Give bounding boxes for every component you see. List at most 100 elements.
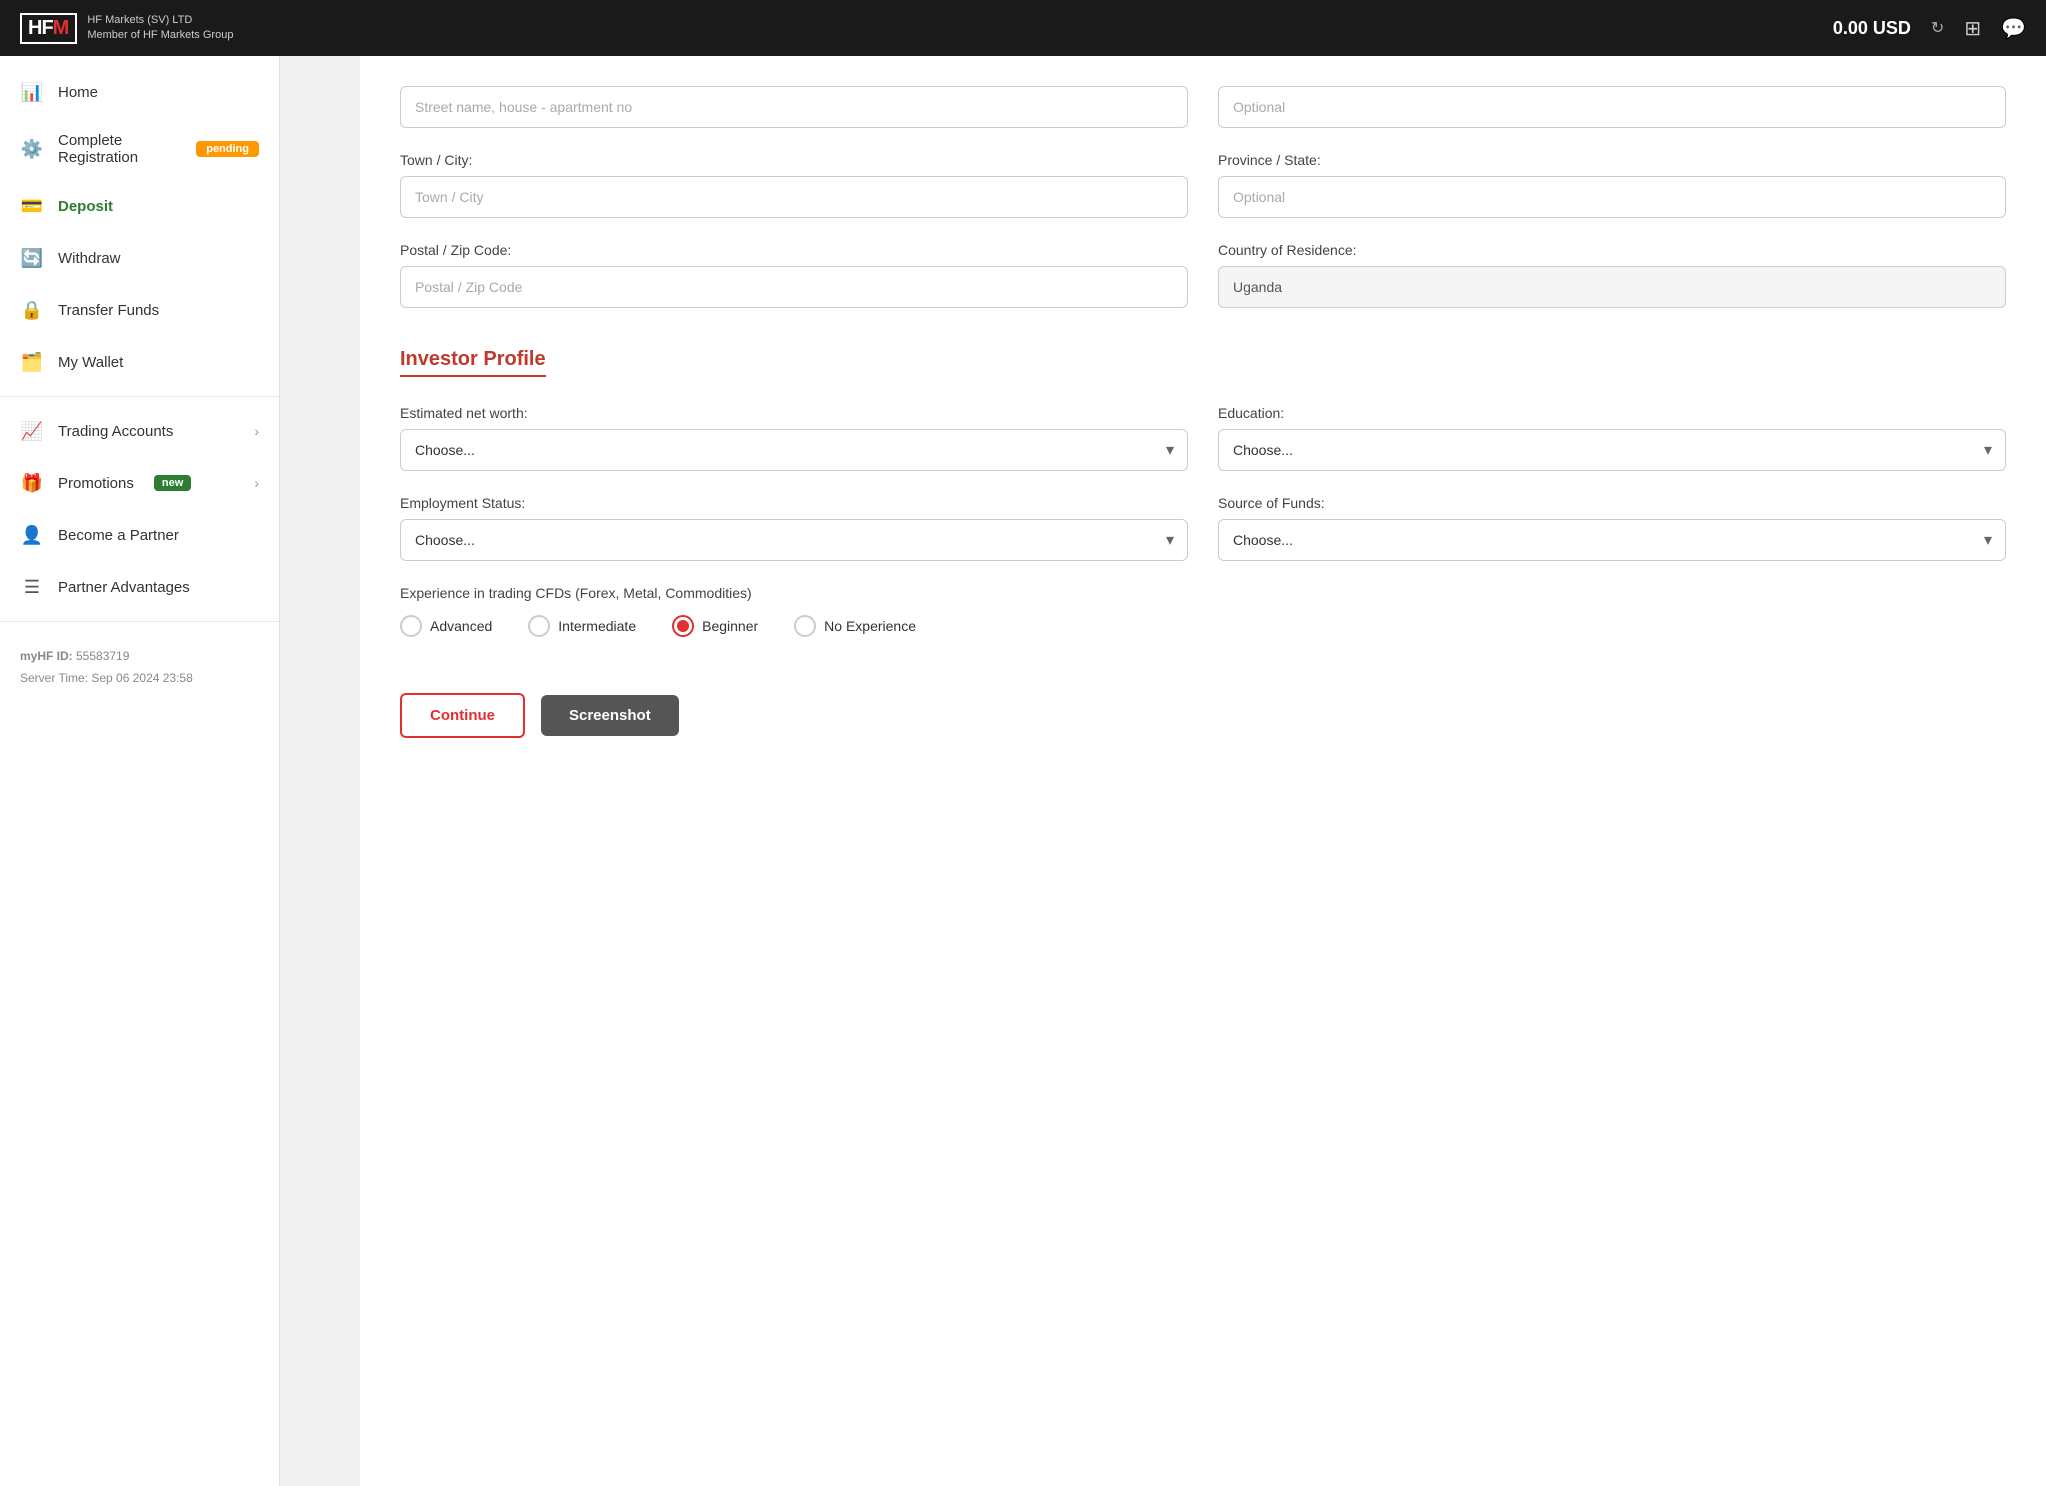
sidebar-label-promotions: Promotions <box>58 475 134 492</box>
radio-options: Advanced Intermediate Beginner <box>400 615 2006 637</box>
radio-label-beginner: Beginner <box>702 618 758 634</box>
sidebar-item-become-partner[interactable]: 👤 Become a Partner <box>0 509 279 561</box>
partner-icon: 👤 <box>20 523 44 547</box>
logo-text: HF Markets (SV) LTD Member of HF Markets… <box>87 13 233 44</box>
province-group: Province / State: <box>1218 152 2006 218</box>
street-group <box>400 86 1188 128</box>
sidebar-label-withdraw: Withdraw <box>58 250 121 267</box>
networth-education-row: Estimated net worth: Choose... Education… <box>400 405 2006 471</box>
sidebar-label-transfer-funds: Transfer Funds <box>58 302 159 319</box>
funds-select[interactable]: Choose... <box>1218 519 2006 561</box>
chat-icon[interactable]: 💬 <box>2001 16 2026 41</box>
sidebar-label-home: Home <box>58 84 98 101</box>
postal-input[interactable] <box>400 266 1188 308</box>
radio-label-no-experience: No Experience <box>824 618 916 634</box>
radio-label-intermediate: Intermediate <box>558 618 636 634</box>
logo-m: M <box>53 17 70 40</box>
investor-profile-heading: Investor Profile <box>400 348 546 377</box>
funds-label: Source of Funds: <box>1218 495 2006 511</box>
company-sub: Member of HF Markets Group <box>87 28 233 43</box>
chevron-icon-2: › <box>254 475 259 491</box>
funds-select-wrapper: Choose... <box>1218 519 2006 561</box>
postal-group: Postal / Zip Code: <box>400 242 1188 308</box>
radio-circle-intermediate <box>528 615 550 637</box>
country-input[interactable] <box>1218 266 2006 308</box>
education-select-wrapper: Choose... <box>1218 429 2006 471</box>
sidebar-item-transfer-funds[interactable]: 🔒 Transfer Funds <box>0 284 279 336</box>
postal-country-row: Postal / Zip Code: Country of Residence: <box>400 242 2006 308</box>
logo-box: HF M <box>20 13 77 44</box>
employment-label: Employment Status: <box>400 495 1188 511</box>
sidebar-item-complete-registration[interactable]: ⚙️ Complete Registration pending <box>0 118 279 180</box>
country-group: Country of Residence: <box>1218 242 2006 308</box>
experience-label: Experience in trading CFDs (Forex, Metal… <box>400 585 2006 601</box>
radio-label-advanced: Advanced <box>430 618 492 634</box>
country-label: Country of Residence: <box>1218 242 2006 258</box>
town-label: Town / City: <box>400 152 1188 168</box>
logo-hf: HF <box>28 17 53 40</box>
deposit-icon: 💳 <box>20 194 44 218</box>
sidebar-divider-1 <box>0 396 279 397</box>
settings-icon: ⚙️ <box>20 137 44 161</box>
sidebar-label-trading-accounts: Trading Accounts <box>58 423 173 440</box>
button-row: Continue Screenshot <box>400 657 2006 738</box>
sidebar-item-my-wallet[interactable]: 🗂️ My Wallet <box>0 336 279 388</box>
education-group: Education: Choose... <box>1218 405 2006 471</box>
transfer-icon: 🔒 <box>20 298 44 322</box>
radio-intermediate[interactable]: Intermediate <box>528 615 636 637</box>
header-right: 0.00 USD ↻ ⊞ 💬 <box>1833 16 2026 41</box>
balance-display: 0.00 USD <box>1833 18 1911 39</box>
sidebar-item-home[interactable]: 📊 Home <box>0 66 279 118</box>
main-wrapper: Town / City: Province / State: Postal / … <box>280 56 2046 1486</box>
sidebar-item-deposit[interactable]: 💳 Deposit <box>0 180 279 232</box>
optional-group-1 <box>1218 86 2006 128</box>
sidebar-label-deposit: Deposit <box>58 198 113 215</box>
radio-circle-advanced <box>400 615 422 637</box>
chevron-icon: › <box>254 423 259 439</box>
sidebar-label-my-wallet: My Wallet <box>58 354 123 371</box>
employment-group: Employment Status: Choose... <box>400 495 1188 561</box>
radio-advanced[interactable]: Advanced <box>400 615 492 637</box>
sidebar-label-partner-advantages: Partner Advantages <box>58 579 190 596</box>
continue-button[interactable]: Continue <box>400 693 525 738</box>
myhf-id-label: myHF ID: 55583719 <box>20 649 129 663</box>
street-input[interactable] <box>400 86 1188 128</box>
radio-beginner[interactable]: Beginner <box>672 615 758 637</box>
networth-select-wrapper: Choose... <box>400 429 1188 471</box>
funds-group: Source of Funds: Choose... <box>1218 495 2006 561</box>
town-province-row: Town / City: Province / State: <box>400 152 2006 218</box>
refresh-icon[interactable]: ↻ <box>1931 18 1944 38</box>
sidebar-footer: myHF ID: 55583719 Server Time: Sep 06 20… <box>0 630 279 705</box>
home-icon: 📊 <box>20 80 44 104</box>
header: HF M HF Markets (SV) LTD Member of HF Ma… <box>0 0 2046 56</box>
employment-select[interactable]: Choose... <box>400 519 1188 561</box>
town-input[interactable] <box>400 176 1188 218</box>
screenshot-button[interactable]: Screenshot <box>541 695 679 736</box>
radio-no-experience[interactable]: No Experience <box>794 615 916 637</box>
withdraw-icon: 🔄 <box>20 246 44 270</box>
town-group: Town / City: <box>400 152 1188 218</box>
company-name: HF Markets (SV) LTD <box>87 13 233 28</box>
networth-label: Estimated net worth: <box>400 405 1188 421</box>
layout: 📊 Home ⚙️ Complete Registration pending … <box>0 56 2046 1486</box>
sidebar-item-trading-accounts[interactable]: 📈 Trading Accounts › <box>0 405 279 457</box>
sidebar-item-withdraw[interactable]: 🔄 Withdraw <box>0 232 279 284</box>
server-time: Server Time: Sep 06 2024 23:58 <box>20 671 193 685</box>
experience-section: Experience in trading CFDs (Forex, Metal… <box>400 585 2006 637</box>
grid-icon[interactable]: ⊞ <box>1964 16 1981 41</box>
radio-circle-beginner <box>672 615 694 637</box>
optional-input-1[interactable] <box>1218 86 2006 128</box>
sidebar: 📊 Home ⚙️ Complete Registration pending … <box>0 56 280 1486</box>
education-select[interactable]: Choose... <box>1218 429 2006 471</box>
wallet-icon: 🗂️ <box>20 350 44 374</box>
sidebar-label-complete-registration: Complete Registration <box>58 132 176 166</box>
radio-circle-no-experience <box>794 615 816 637</box>
province-input[interactable] <box>1218 176 2006 218</box>
sidebar-item-promotions[interactable]: 🎁 Promotions new › <box>0 457 279 509</box>
networth-select[interactable]: Choose... <box>400 429 1188 471</box>
sidebar-label-become-partner: Become a Partner <box>58 527 179 544</box>
employment-select-wrapper: Choose... <box>400 519 1188 561</box>
logo-area: HF M HF Markets (SV) LTD Member of HF Ma… <box>20 13 233 44</box>
sidebar-item-partner-advantages[interactable]: ☰ Partner Advantages <box>0 561 279 613</box>
new-badge: new <box>154 475 191 491</box>
